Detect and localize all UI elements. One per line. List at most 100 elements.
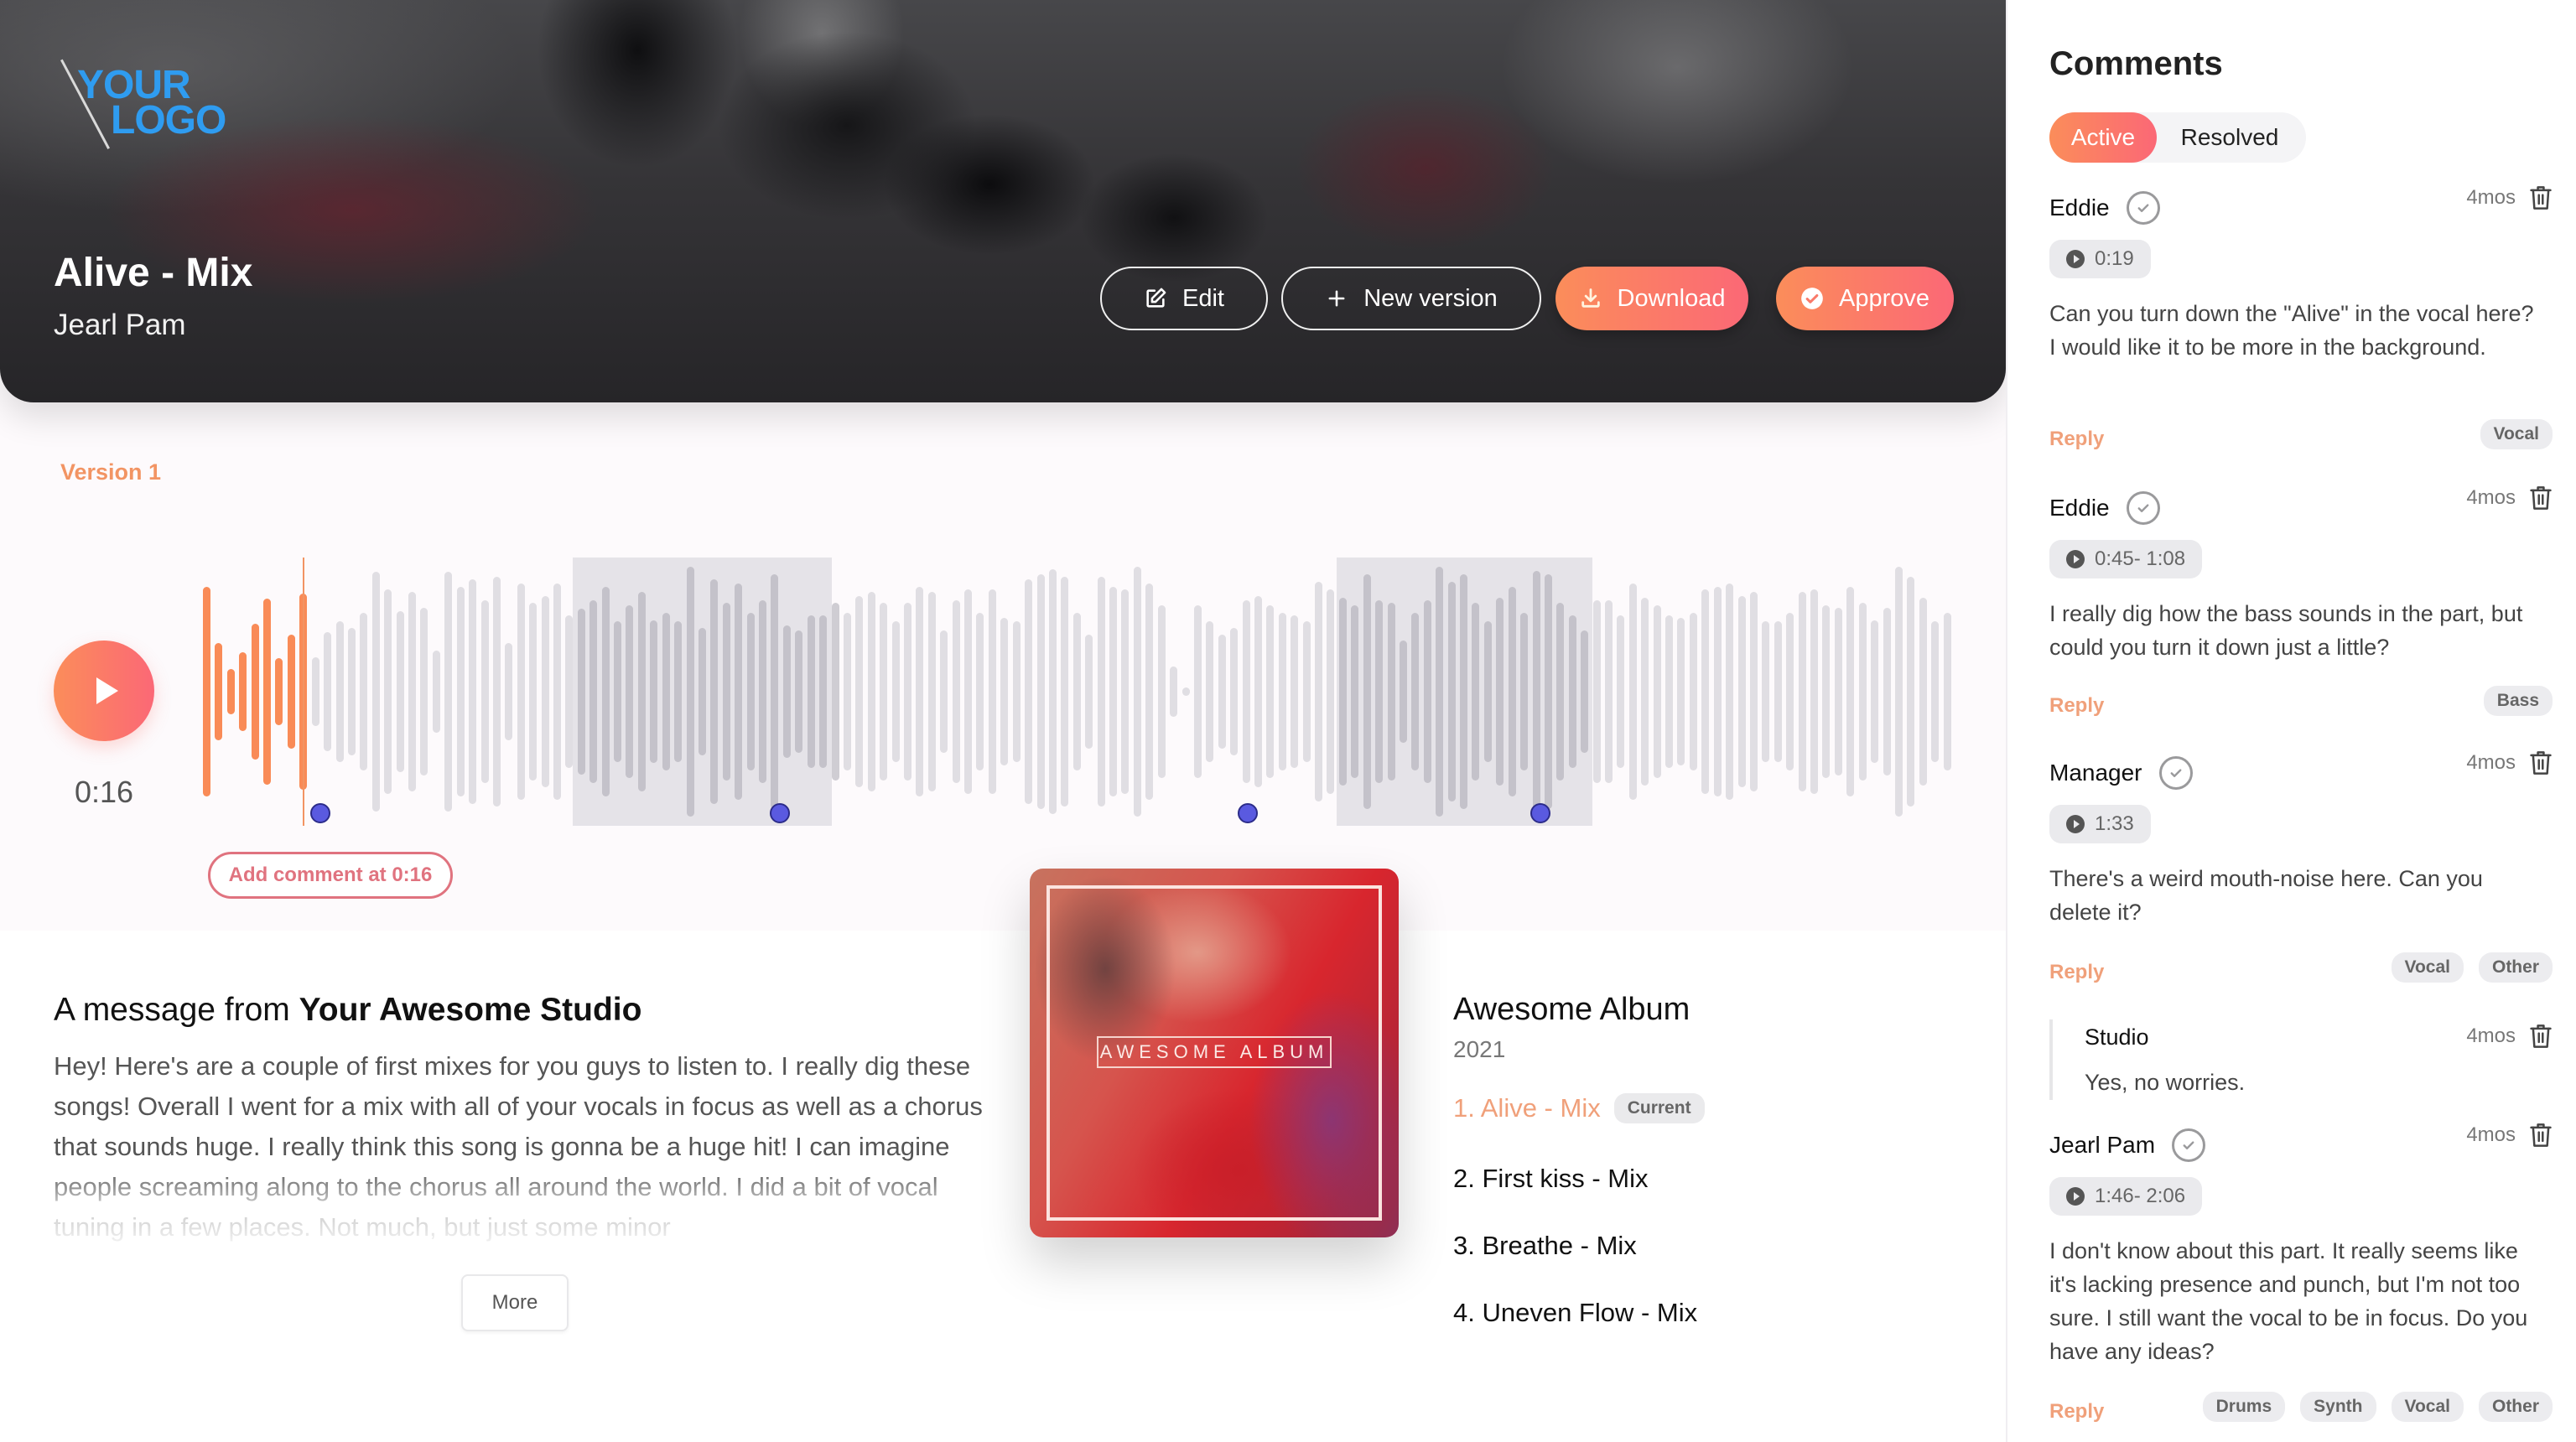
comment-author: Jearl Pam [2049,1132,2156,1158]
tab-active[interactable]: Active [2049,112,2157,163]
timestamp-chip[interactable]: 1:46- 2:06 [2049,1177,2203,1216]
resolve-check-icon[interactable] [2126,491,2160,525]
playhead[interactable] [303,558,305,826]
waveform-bar [1230,628,1239,755]
waveform-bar [287,634,295,750]
waveform-bar [1701,589,1710,794]
new-version-label: New version [1363,284,1498,312]
comment-age: 4mos [2466,486,2516,509]
waveform-bar [1363,574,1371,809]
comments-sidebar: Comments Active Resolved Eddie 4mos 0:19… [2006,0,2576,1442]
comment-marker[interactable] [1530,803,1550,823]
tag-chip[interactable]: Drums [2202,1392,2286,1422]
waveform-bar [1327,589,1335,794]
comment-author-row: Eddie [2049,491,2160,525]
waveform-bar [1072,612,1081,771]
resolve-check-icon[interactable] [2158,756,2193,790]
track-item-current[interactable]: 1. Alive - Mix Current [1453,1093,1705,1123]
waveform-bar [1483,621,1492,762]
studio-name: Your Awesome Studio [299,992,642,1028]
new-version-button[interactable]: New version [1281,267,1541,330]
trash-icon[interactable] [2529,1122,2553,1149]
waveform-bar [843,612,851,771]
waveform-bar [347,628,356,755]
download-button[interactable]: Download [1555,267,1748,330]
trash-icon[interactable] [2529,1023,2553,1050]
waveform-bar [1000,617,1009,766]
waveform-bar [1025,579,1033,804]
tag-chip[interactable]: Other [2478,1392,2553,1422]
comment-marker[interactable] [769,803,790,823]
play-button[interactable] [54,641,154,741]
waveform-bar [1411,612,1420,771]
tab-resolved[interactable]: Resolved [2157,112,2303,163]
comment-item: Eddie 4mos 0:45- 1:08 I really dig how t… [2049,486,2553,734]
reply-link[interactable]: Reply [2049,961,2104,984]
reply-text: Yes, no worries. [2085,1070,2246,1095]
reply-link[interactable]: Reply [2049,1400,2104,1424]
tag-chip[interactable]: Vocal [2391,1392,2464,1422]
waveform[interactable] [201,553,1954,830]
resolve-check-icon[interactable] [2126,191,2160,225]
waveform-bar [698,628,706,755]
track-item[interactable]: 2. First kiss - Mix [1453,1164,1649,1194]
waveform-bar [1351,604,1359,779]
download-icon [1581,288,1600,308]
track-item[interactable]: 4. Uneven Flow - Mix [1453,1298,1697,1328]
waveform-bar [1641,597,1649,786]
timestamp-label: 0:19 [2095,247,2134,270]
edit-label: Edit [1182,284,1224,312]
waveform-bar [807,615,815,769]
tag-list: Drums Synth Vocal Other [2202,1392,2553,1422]
waveform-bar [1665,615,1674,769]
waveform-bar [1436,567,1444,817]
trash-icon[interactable] [2529,485,2553,511]
timestamp-label: 1:33 [2095,812,2134,835]
edit-button[interactable]: Edit [1100,267,1268,330]
timestamp-chip[interactable]: 0:45- 1:08 [2049,540,2203,578]
waveform-bar [1338,597,1347,786]
logo-text-line2: LOGO [111,98,226,143]
waveform-bar [239,651,247,732]
waveform-bar [976,612,984,771]
comment-text: There's a weird mouth-noise here. Can yo… [2049,866,2483,925]
comment-marker[interactable] [1237,803,1258,823]
comment-age: 4mos [2466,751,2516,774]
comment-marker[interactable] [310,803,331,823]
approve-button[interactable]: Approve [1776,267,1954,330]
waveform-bar [226,668,235,715]
waveform-bar [637,592,646,791]
waveform-bar [674,621,683,762]
download-label: Download [1617,284,1726,312]
trash-icon[interactable] [2529,750,2553,776]
tag-chip[interactable]: Vocal [2391,952,2464,983]
tag-chip[interactable]: Synth [2300,1392,2376,1422]
waveform-bar [1871,620,1879,764]
waveform-bar [432,651,440,733]
tag-chip[interactable]: Bass [2483,686,2553,716]
track-item[interactable]: 3. Breathe - Mix [1453,1231,1637,1261]
track-title: Alive - Mix [54,251,253,295]
message-body: Hey! Here's are a couple of first mixes … [54,1051,983,1242]
waveform-bar [927,592,936,791]
tag-chip[interactable]: Vocal [2480,419,2553,449]
waveform-bar [1399,641,1407,743]
reply-link[interactable]: Reply [2049,428,2104,451]
more-button[interactable]: More [461,1274,569,1331]
timestamp-chip[interactable]: 1:33 [2049,805,2151,843]
track-label: 2. First kiss - Mix [1453,1164,1649,1193]
timestamp-chip[interactable]: 0:19 [2049,240,2151,278]
waveform-bar [553,583,561,801]
comment-text: Can you turn down the "Alive" in the voc… [2049,301,2534,360]
waveform-bar [1894,567,1903,817]
resolve-check-icon[interactable] [2172,1128,2206,1162]
trash-icon[interactable] [2529,184,2553,211]
waveform-bar [650,620,658,764]
tag-chip[interactable]: Other [2478,952,2553,983]
reply-link[interactable]: Reply [2049,694,2104,718]
waveform-bar [1061,577,1069,807]
waveform-bar [335,621,344,762]
add-comment-button[interactable]: Add comment at 0:16 [208,852,453,899]
waveform-bar [1375,599,1384,784]
company-logo: YOUR LOGO [59,59,235,151]
